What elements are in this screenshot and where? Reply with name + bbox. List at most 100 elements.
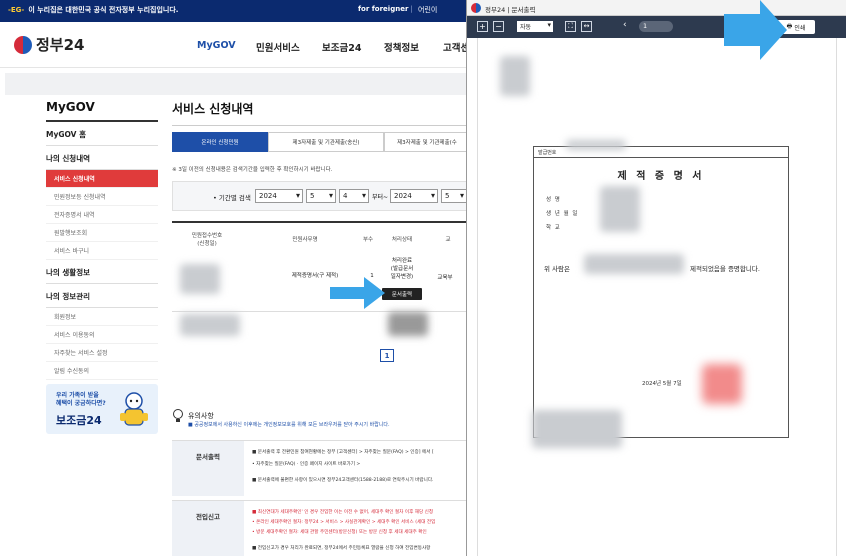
sidebar-group-applications[interactable]: 나의 신청내역 — [46, 146, 158, 170]
sidebar-item-issuance-lookup[interactable]: 원발행보조회 — [46, 224, 158, 242]
period-filter-label: • 기간별 검색 — [213, 194, 251, 202]
from-day-select[interactable]: 4 — [339, 189, 369, 203]
cert-number-label: 발급번호 — [538, 150, 557, 156]
fit-width-icon[interactable]: ↔ — [581, 21, 592, 32]
fit-page-icon[interactable]: ⛶ — [565, 21, 576, 32]
col-receipt-no: 민원접수번호 (신청일) — [191, 233, 223, 247]
gnb-policy-info[interactable]: 정책정보 — [384, 40, 419, 54]
gov-emblem-icon — [14, 35, 32, 54]
redacted-receipt-no — [180, 264, 220, 294]
move-in-line-1: ■ 최신연대가 세대주확인' 인 경우 전입한 이는 이전 수 없어, 세대주 … — [252, 510, 434, 515]
applications-table: 민원접수번호 (신청일) 민원사무명 부수 처리상태 교 — [172, 221, 470, 247]
print-info-line-3: ■ 문서출력에 불편한 사항이 있으시면 정부24고객센터(1588-2188)… — [252, 478, 434, 483]
tab-online-applications[interactable]: 온라인 신청민원 — [172, 132, 268, 152]
notes-title: 유의사항 — [188, 412, 214, 420]
sidebar-group-life-info[interactable]: 나의 생활정보 — [46, 260, 158, 284]
gnb-subsidy24[interactable]: 보조금24 — [322, 40, 361, 54]
arrow-pointer-icon — [330, 277, 385, 309]
zoom-out-icon[interactable]: − — [493, 21, 504, 32]
sidebar-group-info-management[interactable]: 나의 정보관리 — [46, 284, 158, 308]
egov-mark: -EG- — [8, 6, 25, 14]
sidebar-item-service-consent[interactable]: 서비스 이용동의 — [46, 326, 158, 344]
redacted-cert-fields — [600, 186, 640, 232]
children-link[interactable]: 어린이 — [418, 5, 437, 15]
gov-notice-text: 이 누리집은 대한민국 공식 전자정부 누리집입니다. — [28, 6, 179, 14]
tab-third-party-received[interactable]: 제3자제출 및 기관제출(수 — [384, 132, 470, 152]
notes-description: ■ 공공정보에서 사용하신 이후에는 개인정보보호를 위해 모든 브라우저를 닫… — [188, 422, 390, 428]
row-org: 교육부 — [437, 275, 453, 281]
sidebar-title: MyGOV — [46, 100, 158, 122]
table-row — [172, 256, 470, 312]
cert-issue-date: 2024년 5월 7일 — [642, 381, 682, 387]
banner-copy: 우리 가족이 받을 혜택이 궁금하다면? — [56, 392, 106, 408]
foreigner-chevron-icon: ⌄ | — [402, 5, 413, 13]
tab-third-party-sent[interactable]: 제3자제출 및 기관제출(송신) — [268, 132, 384, 152]
sidebar-item-e-certificates[interactable]: 전자증명서 내역 — [46, 206, 158, 224]
cert-body-suffix: 제적되었음을 증명합니다. — [690, 265, 760, 273]
print-info-line-1: ■ 문서출력 후 전환민원 참여현황에는 정부 [고객센터] > 자주찾는 질문… — [252, 450, 434, 455]
sidebar-item-favorite-services[interactable]: 자주찾는 서비스 설정 — [46, 344, 158, 362]
page-number-field[interactable]: 1 — [639, 21, 673, 32]
sidebar-item-mygov-home[interactable]: MyGOV 홈 — [46, 122, 158, 146]
zoom-in-icon[interactable]: + — [477, 21, 488, 32]
sidebar-item-member-info[interactable]: 회원정보 — [46, 308, 158, 326]
cert-field-birth: 생 년 월 일 — [546, 211, 579, 217]
print-document-button[interactable]: 문서출력 — [382, 288, 422, 300]
subsidy-banner[interactable]: 우리 가족이 받을 혜택이 궁금하다면? 보조금24 — [46, 384, 158, 434]
from-year-select[interactable]: 2024 — [255, 189, 303, 203]
prev-page-icon[interactable]: ‹ — [623, 20, 627, 30]
redacted-issuer — [532, 410, 622, 448]
page-title: 서비스 신청내역 — [172, 100, 470, 126]
move-in-label: 전입신고 — [172, 501, 244, 556]
official-seal — [702, 364, 742, 404]
application-tabs: 온라인 신청민원 제3자제출 및 기관제출(송신) 제3자제출 및 기관제출(수 — [172, 132, 470, 152]
print-info-label: 문서출력 — [172, 441, 244, 496]
banner-line-2: 혜택이 궁금하다면? — [56, 400, 106, 407]
certificate: 발급번호 제 적 증 명 서 성 명 생 년 월 일 학 교 위 사람은 제적되… — [533, 146, 789, 438]
viewer-window-title: 정부24 | 문서출력 — [485, 6, 536, 14]
to-month-select[interactable]: 5 — [441, 189, 467, 203]
from-suffix: 부터~ — [372, 194, 389, 201]
search-description: ※ 3일 이전의 신청내용은 검색기간을 입력한 후 확인하시기 바랍니다. — [172, 167, 333, 173]
from-month-select[interactable]: 5 — [306, 189, 336, 203]
sidebar-item-notification-consent[interactable]: 알림 수신동의 — [46, 362, 158, 380]
col-service-name: 민원사무명 — [292, 237, 318, 243]
logo-text: 정부24 — [36, 36, 85, 54]
site-logo[interactable]: 정부24 — [14, 34, 84, 55]
redacted-cert-number — [566, 140, 626, 150]
redacted-row-2 — [180, 314, 240, 336]
gnb-mygov[interactable]: MyGOV — [197, 40, 236, 51]
redacted-row-2-status — [388, 312, 428, 336]
site-header: 정부24 MyGOV 민원서비스 보조금24 정책정보 고객센 — [0, 22, 470, 68]
print-info-line-2[interactable]: • 자주찾는 질문(FAQ) · 인증 페이지 사이트 바로가기 > — [252, 461, 360, 467]
col-copies: 부수 — [362, 237, 374, 243]
sub-header-band — [5, 73, 470, 95]
period-filter: • 기간별 검색 2024 5 4 부터~ 2024 5 — [172, 181, 470, 211]
row-status: 처리완료 (발급문서 일자변경) — [390, 258, 414, 280]
main-content: 서비스 신청내역 — [172, 100, 470, 126]
viewer-titlebar: 정부24 | 문서출력 — [467, 0, 846, 16]
redacted-cert-body — [584, 254, 684, 274]
viewer-toolbar: + − 자동 ⛶ ↔ ‹ 1 🖶인쇄 — [467, 16, 846, 38]
col-status: 처리상태 — [391, 237, 413, 243]
move-in-line-4: ■ 전입신고가 경우 처리가 완료되면, 정부24에서 주민등록표 열람을 신청… — [252, 546, 431, 551]
viewer-favicon-icon — [471, 3, 481, 13]
pagination-current[interactable]: 1 — [380, 349, 394, 362]
gnb-civil-service[interactable]: 민원서비스 — [256, 40, 300, 54]
to-year-select[interactable]: 2024 — [390, 189, 438, 203]
move-in-line-2: • 온라인 세대주확인 절차: 정부24 > 서비스 > 사실관계확인 > 세대… — [252, 520, 436, 525]
cert-field-name: 성 명 — [546, 197, 561, 203]
cert-body-prefix: 위 사람은 — [544, 265, 570, 273]
sidebar-item-service-applications[interactable]: 서비스 신청내역 — [46, 170, 158, 188]
lightbulb-icon — [173, 409, 183, 422]
gov-notice: -EG- 이 누리집은 대한민국 공식 전자정부 누리집입니다. — [8, 5, 178, 15]
cert-title: 제 적 증 명 서 — [617, 171, 705, 182]
redacted-header-info — [500, 56, 530, 96]
sidebar-item-service-basket[interactable]: 서비스 바구니 — [46, 242, 158, 260]
arrow-pointer-icon — [724, 0, 787, 60]
foreigner-link[interactable]: for foreigner — [358, 5, 408, 13]
sidebar-item-civil-info-applications[interactable]: 민원정보등 신청내역 — [46, 188, 158, 206]
zoom-select[interactable]: 자동 — [517, 21, 553, 32]
cert-divider — [534, 157, 788, 158]
cert-field-school: 학 교 — [546, 225, 561, 231]
